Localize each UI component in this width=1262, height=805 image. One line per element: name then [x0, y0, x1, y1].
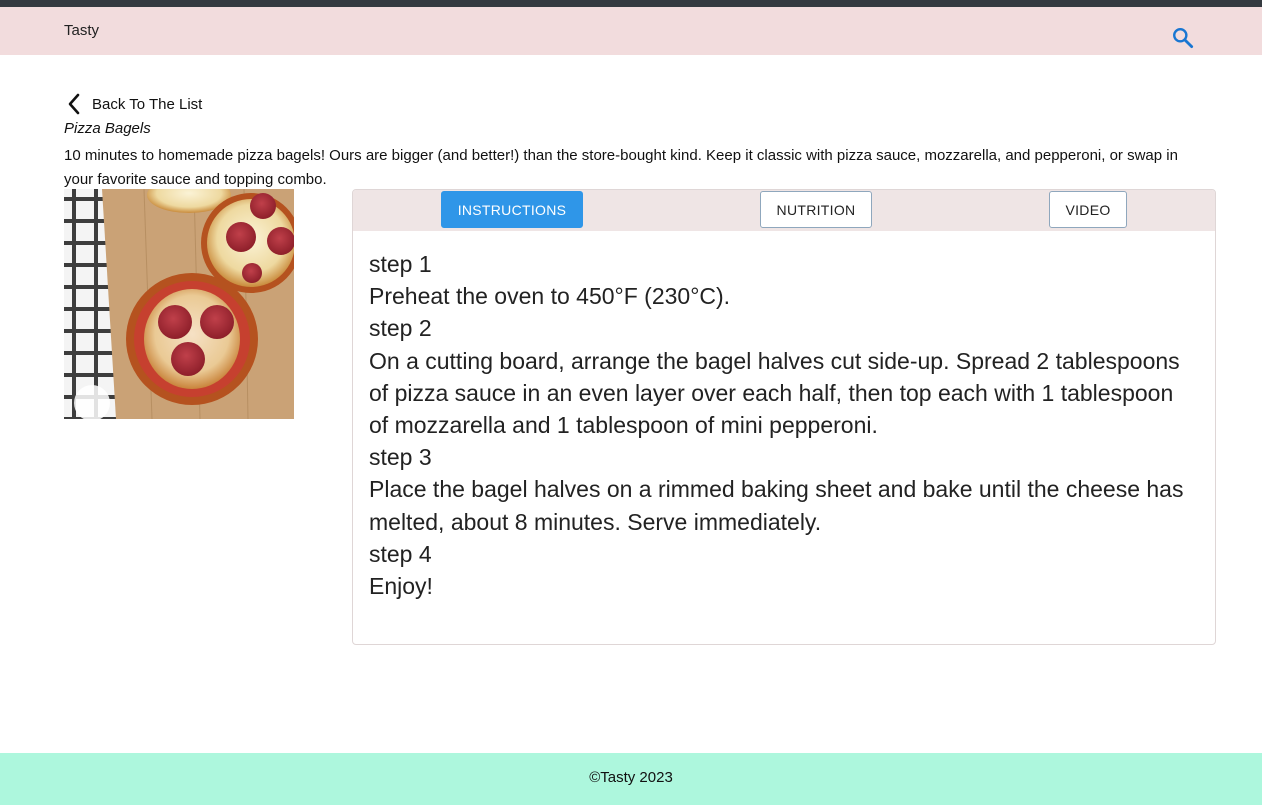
recipe-title: Pizza Bagels	[64, 120, 151, 137]
step-label: step 4	[369, 540, 432, 567]
tab-instructions[interactable]: INSTRUCTIONS	[441, 191, 583, 228]
footer-copyright: ©Tasty 2023	[589, 769, 673, 786]
tab-video[interactable]: VIDEO	[1049, 191, 1127, 228]
instructions-panel: step 1 Preheat the oven to 450°F (230°C)…	[369, 248, 1189, 602]
back-link-label: Back To The List	[92, 95, 203, 113]
step-label: step 3	[369, 444, 432, 471]
navbar: Tasty	[0, 7, 1262, 55]
recipe-details-card: INSTRUCTIONS NUTRITION VIDEO step 1 Preh…	[352, 189, 1216, 645]
recipe-description: 10 minutes to homemade pizza bagels! Our…	[64, 147, 1178, 188]
chevron-left-icon	[64, 92, 86, 116]
search-icon[interactable]	[1170, 25, 1196, 51]
tab-nutrition[interactable]: NUTRITION	[760, 191, 872, 228]
footer: ©Tasty 2023	[0, 753, 1262, 805]
recipe-image	[64, 189, 294, 419]
step-text: Preheat the oven to 450°F (230°C).	[369, 283, 731, 310]
top-strip	[0, 0, 1262, 7]
step-label: step 2	[369, 315, 432, 342]
step-text: Place the bagel halves on a rimmed bakin…	[369, 476, 1184, 535]
brand-link[interactable]: Tasty	[64, 22, 99, 39]
step-text: Enjoy!	[369, 573, 433, 600]
step-text: On a cutting board, arrange the bagel ha…	[369, 347, 1180, 439]
back-to-list-link[interactable]: Back To The List	[64, 92, 202, 116]
step-label: step 1	[369, 251, 432, 277]
tab-bar: INSTRUCTIONS NUTRITION VIDEO	[353, 190, 1215, 231]
